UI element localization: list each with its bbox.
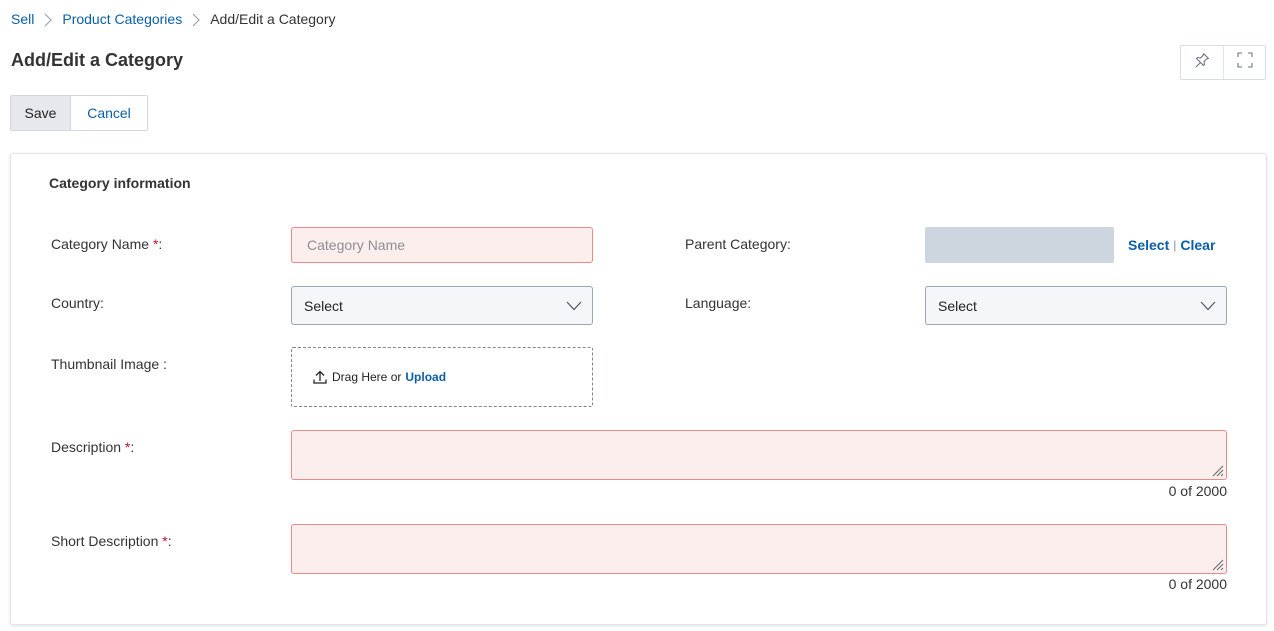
country-label: Country: bbox=[51, 295, 104, 311]
category-name-input[interactable] bbox=[291, 227, 593, 263]
chevron-right-icon bbox=[182, 11, 210, 27]
thumbnail-label: Thumbnail Image : bbox=[51, 356, 167, 372]
upload-link[interactable]: Upload bbox=[405, 370, 446, 384]
short-description-char-counter: 0 of 2000 bbox=[1168, 576, 1227, 592]
description-char-counter: 0 of 2000 bbox=[1168, 483, 1227, 499]
upload-icon bbox=[313, 370, 327, 384]
resize-grip-icon[interactable] bbox=[1210, 557, 1224, 576]
parent-category-label: Parent Category: bbox=[685, 236, 791, 252]
short-description-textarea[interactable] bbox=[291, 524, 1227, 574]
breadcrumb-sell[interactable]: Sell bbox=[11, 11, 34, 27]
save-button[interactable]: Save bbox=[11, 96, 71, 130]
page-title: Add/Edit a Category bbox=[11, 50, 184, 70]
fullscreen-icon bbox=[1236, 52, 1253, 73]
description-label: Description *: bbox=[51, 439, 135, 455]
parent-category-clear-link[interactable]: Clear bbox=[1180, 237, 1215, 253]
breadcrumb: Sell Product Categories Add/Edit a Categ… bbox=[11, 11, 336, 27]
section-title: Category information bbox=[49, 175, 191, 191]
parent-category-field bbox=[925, 227, 1114, 263]
language-selected-value: Select bbox=[938, 297, 977, 314]
breadcrumb-current: Add/Edit a Category bbox=[210, 11, 336, 28]
parent-category-select-link[interactable]: Select bbox=[1128, 237, 1169, 253]
category-name-label: Category Name *: bbox=[51, 236, 163, 252]
resize-grip-icon[interactable] bbox=[1210, 463, 1224, 482]
chevron-right-icon bbox=[34, 11, 62, 27]
chevron-down-icon bbox=[1200, 298, 1216, 314]
country-selected-value: Select bbox=[304, 297, 343, 314]
parent-category-actions: Select | Clear bbox=[1128, 237, 1215, 253]
language-select[interactable]: Select bbox=[925, 286, 1227, 325]
country-select[interactable]: Select bbox=[291, 286, 593, 325]
drag-here-text: Drag Here or bbox=[332, 370, 402, 384]
toolbar: Save Cancel bbox=[10, 95, 148, 131]
description-textarea[interactable] bbox=[291, 430, 1227, 480]
thumbnail-dropzone[interactable]: Drag Here or Upload bbox=[291, 347, 593, 407]
pin-button[interactable] bbox=[1181, 46, 1223, 79]
fullscreen-button[interactable] bbox=[1223, 46, 1265, 79]
pin-icon bbox=[1194, 52, 1210, 73]
category-form-panel: Category information Category Name *: Pa… bbox=[10, 153, 1267, 625]
language-label: Language: bbox=[685, 295, 752, 311]
header-actions bbox=[1180, 45, 1266, 80]
breadcrumb-product-categories[interactable]: Product Categories bbox=[62, 11, 182, 27]
separator: | bbox=[1173, 238, 1177, 252]
short-description-label: Short Description *: bbox=[51, 533, 172, 549]
chevron-down-icon bbox=[566, 298, 582, 314]
cancel-button[interactable]: Cancel bbox=[71, 96, 147, 130]
